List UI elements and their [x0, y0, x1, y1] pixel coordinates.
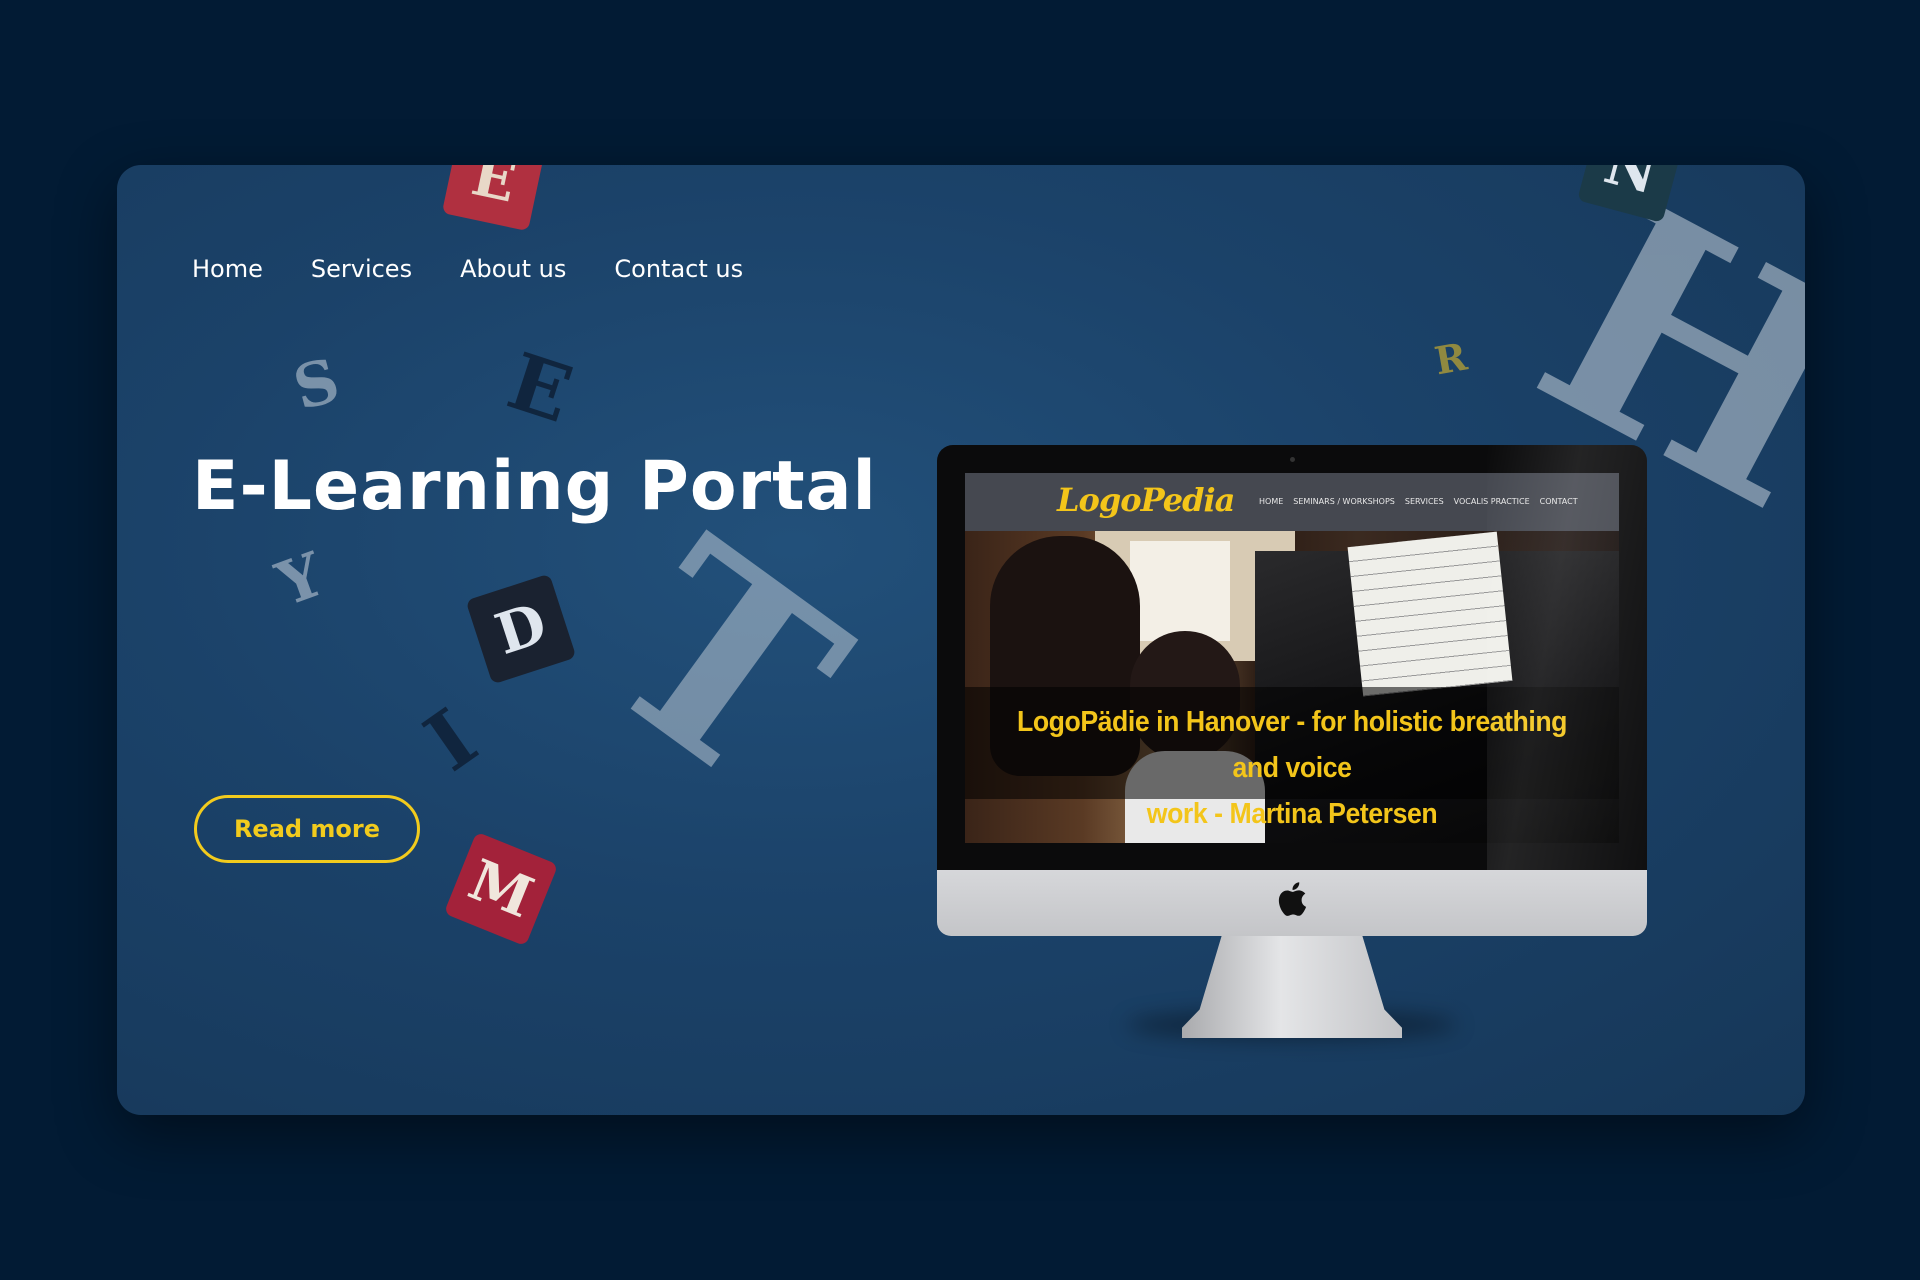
read-more-button[interactable]: Read more — [194, 795, 420, 863]
site-logo: LogoPedia — [1057, 481, 1235, 519]
site-nav-item: SEMINARS / WORKSHOPS — [1293, 497, 1395, 506]
letter-e-decoration: E — [497, 336, 583, 441]
nav-home-link[interactable]: Home — [192, 255, 263, 283]
site-headline: LogoPädie in Hanover - for holistic brea… — [991, 699, 1593, 837]
site-nav: HOME SEMINARS / WORKSHOPS SERVICES VOCAL… — [1259, 497, 1578, 506]
nav-services-link[interactable]: Services — [311, 255, 412, 283]
apple-logo-icon — [1278, 882, 1307, 916]
photo-window — [1130, 541, 1230, 641]
imac-mockup: LogoPedia HOME SEMINARS / WORKSHOPS SERV… — [937, 445, 1647, 1045]
letter-s-decoration: S — [286, 345, 347, 425]
site-headline-line2: work - Martina Petersen — [1146, 798, 1438, 830]
letter-t-decoration: T — [556, 484, 892, 845]
page-title: E-Learning Portal — [192, 447, 877, 526]
site-nav-item: VOCALIS PRACTICE — [1453, 497, 1530, 506]
imac-bezel: LogoPedia HOME SEMINARS / WORKSHOPS SERV… — [937, 445, 1647, 870]
site-nav-item: CONTACT — [1539, 497, 1578, 506]
imac-stand — [1182, 936, 1402, 1038]
hero-section: E S E Y D T I M R H N Home Services Abou… — [117, 165, 1805, 1115]
letter-block-e-decoration: E — [441, 165, 547, 232]
letter-i-decoration: I — [408, 690, 493, 790]
site-headline-line1: LogoPädie in Hanover - for holistic brea… — [1016, 706, 1567, 784]
screenshot-site-header: LogoPedia HOME SEMINARS / WORKSHOPS SERV… — [965, 473, 1619, 531]
camera-dot — [1290, 457, 1295, 462]
nav-about-link[interactable]: About us — [460, 255, 566, 283]
letter-r-decoration: R — [1431, 333, 1471, 384]
piano-lesson-photo: LogoPädie in Hanover - for holistic brea… — [965, 531, 1619, 843]
site-nav-item: HOME — [1259, 497, 1284, 506]
letter-block-d-decoration: D — [465, 573, 577, 685]
main-nav: Home Services About us Contact us — [192, 255, 743, 283]
site-nav-item: SERVICES — [1404, 497, 1444, 506]
photo-sheet-music — [1347, 531, 1513, 697]
letter-y-decoration: Y — [268, 539, 333, 621]
nav-contact-link[interactable]: Contact us — [614, 255, 743, 283]
letter-block-m-decoration: M — [443, 831, 559, 947]
monitor-screen: LogoPedia HOME SEMINARS / WORKSHOPS SERV… — [965, 473, 1619, 843]
